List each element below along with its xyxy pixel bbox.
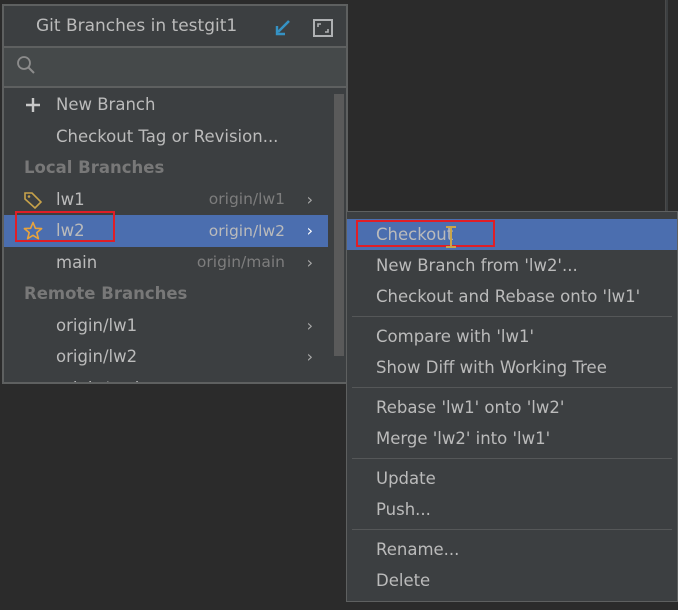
branch-name: lw1	[56, 189, 85, 209]
menu-item-merge[interactable]: Merge 'lw2' into 'lw1'	[347, 423, 677, 454]
menu-item-update[interactable]: Update	[347, 463, 677, 494]
chevron-right-icon[interactable]: ›	[307, 253, 313, 272]
menu-item-rename[interactable]: Rename...	[347, 534, 677, 565]
menu-item-delete[interactable]: Delete	[347, 565, 677, 596]
menu-item-rebase[interactable]: Rebase 'lw1' onto 'lw2'	[347, 392, 677, 423]
action-label: New Branch	[56, 95, 156, 115]
branch-name: origin/main	[56, 379, 150, 382]
checkout-tag-action[interactable]: Checkout Tag or Revision...	[4, 121, 328, 153]
remote-branch-row[interactable]: origin/main ›	[4, 373, 328, 382]
menu-item-push[interactable]: Push...	[347, 494, 677, 525]
text-cursor-icon	[445, 226, 457, 248]
search-icon	[16, 55, 36, 79]
menu-item-new-branch-from[interactable]: New Branch from 'lw2'...	[347, 250, 677, 281]
popup-title: Git Branches in testgit1	[36, 16, 238, 36]
expand-window-icon[interactable]	[312, 17, 334, 39]
scrollbar-thumb[interactable]	[334, 94, 344, 356]
remote-branch-row[interactable]: origin/lw1 ›	[4, 310, 328, 342]
action-label: Checkout Tag or Revision...	[56, 126, 279, 146]
menu-separator	[352, 387, 672, 388]
remote-branches-header: Remote Branches	[24, 284, 188, 304]
branch-name: main	[56, 252, 98, 272]
chevron-right-icon[interactable]: ›	[307, 316, 313, 335]
menu-separator	[352, 458, 672, 459]
new-branch-action[interactable]: New Branch	[4, 89, 328, 121]
tracking-branch: origin/lw1	[208, 190, 285, 209]
popup-header: Git Branches in testgit1	[4, 6, 346, 48]
menu-item-compare-with[interactable]: Compare with 'lw1'	[347, 321, 677, 352]
menu-separator	[352, 316, 672, 317]
menu-item-show-diff[interactable]: Show Diff with Working Tree	[347, 352, 677, 383]
menu-item-checkout-and-rebase[interactable]: Checkout and Rebase onto 'lw1'	[347, 281, 677, 312]
chevron-right-icon[interactable]: ›	[307, 190, 313, 209]
tag-icon	[22, 190, 44, 210]
local-branches-header: Local Branches	[24, 158, 165, 178]
annotation-highlight-box	[15, 211, 115, 242]
chevron-right-icon[interactable]: ›	[307, 347, 313, 366]
branch-name: origin/lw1	[56, 315, 138, 335]
remote-branch-row[interactable]: origin/lw2 ›	[4, 341, 328, 373]
search-input[interactable]	[42, 57, 326, 77]
branch-context-menu: Checkout New Branch from 'lw2'... Checko…	[346, 211, 678, 602]
plus-icon	[22, 95, 44, 115]
fetch-arrow-icon[interactable]	[272, 17, 294, 39]
annotation-highlight-box	[356, 220, 495, 247]
branch-name: origin/lw2	[56, 347, 138, 367]
chevron-right-icon[interactable]: ›	[307, 379, 313, 382]
tracking-branch: origin/main	[196, 253, 285, 272]
git-branches-popup: Git Branches in testgit1 New Branch Chec…	[2, 4, 348, 384]
menu-separator	[352, 529, 672, 530]
branch-row-main[interactable]: main origin/main ›	[4, 247, 328, 279]
tracking-branch: origin/lw2	[208, 221, 285, 240]
editor-divider	[665, 0, 668, 212]
search-bar[interactable]	[4, 48, 346, 88]
chevron-right-icon[interactable]: ›	[307, 221, 313, 240]
